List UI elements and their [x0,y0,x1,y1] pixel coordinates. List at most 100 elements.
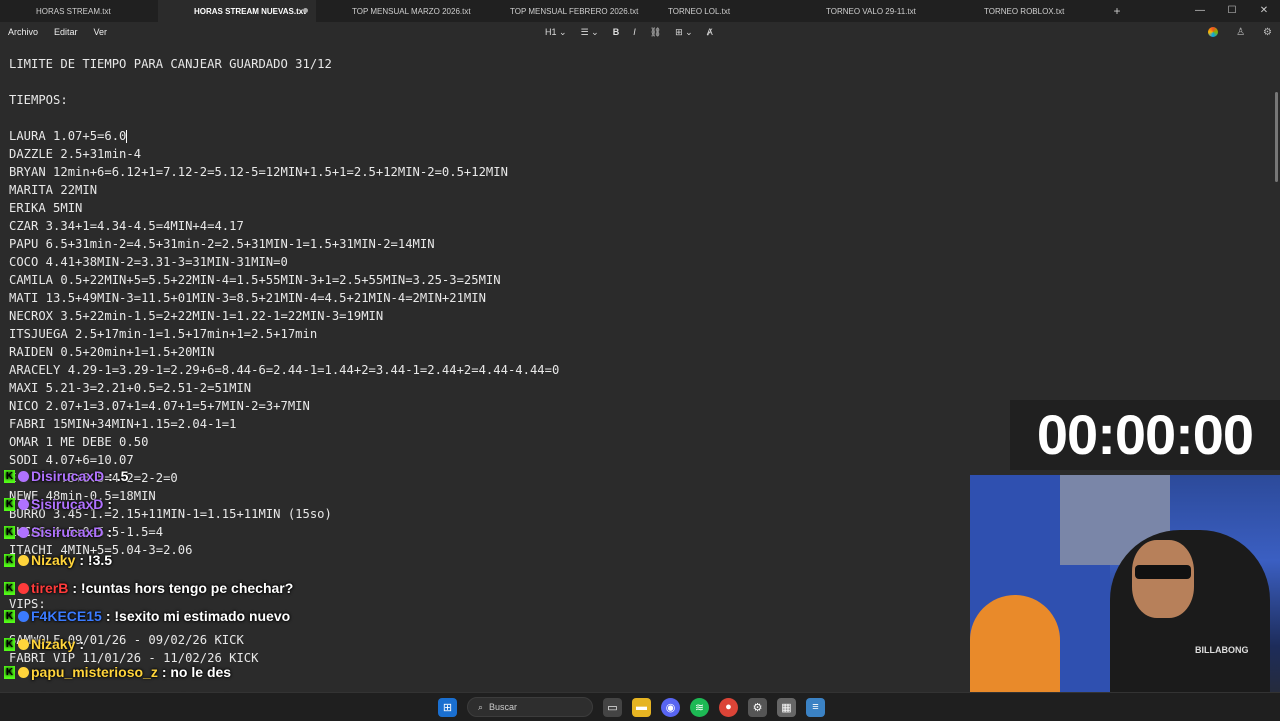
tab-bar: HORAS STREAM.txt HORAS STREAM NUEVAS.txt… [0,0,1280,22]
link-icon[interactable]: ⛓ [650,27,661,38]
chat-username: SisirucaxD [31,524,104,540]
editor-line: SODI 4.07+6=10.07 [9,453,134,467]
editor-line: MAXI 5.21-3=2.21+0.5=2.51-2=51MIN [9,381,252,395]
kick-badge-icon: K [4,581,15,595]
tab-label: TOP MENSUAL MARZO 2026.txt [352,6,471,16]
tab-label: TORNEO VALO 29-11.txt [826,6,916,16]
account-icon[interactable]: ♙ [1236,27,1245,38]
tab-label: TORNEO ROBLOX.txt [984,6,1065,16]
kick-badge-icon: K [4,665,15,679]
webcam-overlay: BILLABONG [970,475,1280,720]
format-toolbar: H1 ⌄ ☰ ⌄ B I ⛓ ⊞ ⌄ Ⱥ [545,22,713,42]
kick-badge-icon: K [4,469,15,483]
clear-format-icon[interactable]: Ⱥ [707,27,713,37]
table-icon[interactable]: ⊞ ⌄ [675,27,693,38]
chat-text: : [107,524,113,540]
scrollbar[interactable] [1275,92,1278,182]
tab-label: TOP MENSUAL FEBRERO 2026.txt [510,6,639,16]
editor-line: MARITA 22MIN [9,183,98,197]
chat-message: Kpapu_misterioso_z: no le des [4,664,231,680]
add-tab-icon[interactable]: + [1106,4,1128,18]
user-badge-icon [18,666,29,678]
editor-line: LAURA 1.07+5=6.0 [9,129,128,143]
chat-username: Nizaky [31,552,76,568]
editor-line: LIMITE DE TIEMPO PARA CANJEAR GUARDADO 3… [9,57,332,71]
editor-line: BRYAN 12min+6=6.12+1=7.12-2=5.12-5=12MIN… [9,165,508,179]
editor-line: RAIDEN 0.5+20min+1=1.5+20MIN [9,345,215,359]
chat-message: K SisirucaxD: [4,524,112,540]
kick-badge-icon: K [4,609,15,623]
calculator-icon[interactable]: ▦ [777,697,796,717]
editor-line: ERIKA 5MIN [9,201,83,215]
menu-archivo[interactable]: Archivo [0,27,46,37]
stream-timer: 00:00:00 [1010,400,1280,470]
user-badge-icon [18,582,29,594]
tab-horas-stream[interactable]: HORAS STREAM.txt [0,0,158,22]
chat-text: : [79,636,85,652]
chat-text: : no le des [161,664,232,680]
chat-text: : .5 [108,468,129,484]
list-icon[interactable]: ☰ ⌄ [581,27,599,38]
chat-message: K SisirucaxD: [4,496,112,512]
chat-message: K F4KECE15: !sexito mi estimado nuevo [4,608,290,624]
menu-ver[interactable]: Ver [86,27,116,37]
user-badge-icon [18,526,29,538]
task-view-icon[interactable]: ▭ [603,697,622,717]
bold-icon[interactable]: B [613,27,620,37]
tab-top-mensual-febrero[interactable]: TOP MENSUAL FEBRERO 2026.txt [474,0,638,22]
editor-line: OMAR 1 ME DEBE 0.50 [9,435,149,449]
spotify-icon[interactable]: ≋ [690,697,709,717]
user-badge-icon [18,470,29,482]
chat-text: : [107,496,113,512]
editor-line: COCO 4.41+38MIN-2=3.31-3=31MIN-31MIN=0 [9,255,288,269]
tab-horas-stream-nuevas[interactable]: HORAS STREAM NUEVAS.txt [158,0,316,22]
tab-label: TORNEO LOL.txt [668,6,731,16]
kick-badge-icon: K [4,525,15,539]
chat-username: SisirucaxD [31,496,104,512]
italic-icon[interactable]: I [633,27,636,37]
chat-username: tirerB [31,580,69,596]
editor-line: CZAR 3.34+1=4.34-4.5=4MIN+4=4.17 [9,219,244,233]
windows-start-icon[interactable]: ⊞ [438,697,457,717]
chrome-icon[interactable]: ● [719,697,738,717]
close-icon[interactable]: ✕ [1248,0,1280,22]
tab-torneo-roblox[interactable]: TORNEO ROBLOX.txt [948,0,1106,22]
file-explorer-icon[interactable]: ▬ [632,697,651,717]
editor-line: TIEMPOS: [9,93,68,107]
taskbar-search[interactable]: ⌕ Buscar [467,697,593,717]
chat-username: Nizaky [31,636,76,652]
tab-top-mensual-marzo[interactable]: TOP MENSUAL MARZO 2026.txt [316,0,474,22]
minimize-icon[interactable]: — [1184,0,1216,22]
chat-message: KtirerB: !cuntas hors tengo pe chechar? [4,580,293,596]
editor-content[interactable]: LIMITE DE TIEMPO PARA CANJEAR GUARDADO 3… [9,55,559,667]
tab-torneo-valo[interactable]: TORNEO VALO 29-11.txt [790,0,948,22]
menu-editar[interactable]: Editar [46,27,86,37]
chat-username: F4KECE15 [31,608,102,624]
taskbar: ⊞ ⌕ Buscar ▭ ▬ ◉ ≋ ● ⚙ ▦ ≡ [0,692,1280,721]
settings-gear-icon[interactable]: ⚙ [1263,27,1272,38]
editor-line: NECROX 3.5+22min-1.5=2+22MIN-1=1.22-1=22… [9,309,384,323]
right-icons: ♙ ⚙ [1208,22,1272,42]
user-badge-icon [18,498,29,510]
text-cursor [126,130,128,143]
chat-text: : !3.5 [79,552,113,568]
editor-line: PAPU 6.5+31min-2=4.5+31min-2=2.5+31MIN-1… [9,237,435,251]
discord-icon[interactable]: ◉ [661,697,680,717]
search-placeholder: Buscar [489,702,518,712]
copilot-icon[interactable] [1208,27,1219,37]
tab-label: HORAS STREAM.txt [36,6,111,16]
editor-line: MATI 13.5+49MIN-3=11.5+01MIN-3=8.5+21MIN… [9,291,486,305]
kick-badge-icon: K [4,497,15,511]
tab-torneo-lol[interactable]: TORNEO LOL.txt [632,0,790,22]
user-badge-icon [18,638,29,650]
editor-line: SAMWOLF 09/01/26 - 09/02/26 KICK [9,633,244,647]
editor-line: ARACELY 4.29-1=3.29-1=2.29+6=8.44-6=2.44… [9,363,560,377]
settings-app-icon[interactable]: ⚙ [748,697,767,717]
maximize-icon[interactable]: ☐ [1216,0,1248,22]
notepad-icon[interactable]: ≡ [806,697,825,717]
heading-dropdown[interactable]: H1 ⌄ [545,27,567,38]
tab-label: HORAS STREAM NUEVAS.txt [194,6,306,16]
streamer-face [1132,540,1194,618]
